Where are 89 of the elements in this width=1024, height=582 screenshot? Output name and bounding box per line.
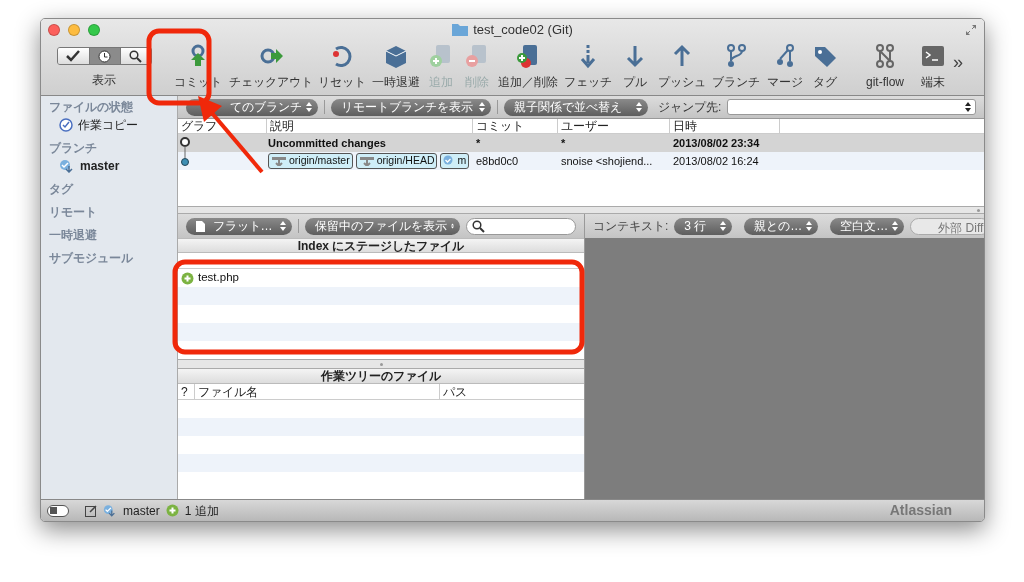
edit-icon[interactable]: [85, 504, 97, 517]
clock-icon: [98, 49, 111, 63]
column-header[interactable]: コミット: [472, 119, 557, 133]
stepper-icon: [636, 102, 642, 112]
context-label: コンテキスト:: [593, 218, 669, 235]
sidebar-item[interactable]: 作業コピー: [41, 116, 177, 134]
dropdown[interactable]: 空白文…: [830, 217, 905, 235]
gitflow-button[interactable]: git-flow: [855, 43, 915, 91]
stash-button[interactable]: 一時退避: [369, 43, 423, 91]
fetch-button[interactable]: フェッチ: [561, 43, 615, 91]
stepper-icon: [479, 102, 485, 112]
jump-dropdown[interactable]: [727, 99, 976, 115]
column-header[interactable]: ファイル名: [194, 384, 439, 399]
column-header[interactable]: ユーザー: [557, 119, 669, 133]
section-header: 作業ツリーのファイル: [178, 369, 584, 384]
zoom-button[interactable]: [88, 23, 100, 36]
commit-hash: *: [475, 135, 482, 151]
commit-date: 2013/08/02 23:34: [672, 135, 761, 151]
ref-label: m: [440, 153, 470, 169]
dropdown[interactable]: 親子関係で並べ替え: [504, 98, 648, 116]
column-header[interactable]: 日時: [669, 119, 779, 133]
column-header[interactable]: ?: [178, 384, 194, 399]
plus-circle-icon: [181, 271, 194, 285]
window-title: test_code02 (Git): [473, 20, 573, 39]
splitter-handle[interactable]: [977, 208, 980, 212]
branch-name: master: [123, 502, 160, 520]
view-segment[interactable]: [57, 48, 89, 64]
column-header[interactable]: グラフ: [178, 119, 266, 133]
pull-button[interactable]: プル: [615, 43, 655, 91]
dropdown[interactable]: 3 行: [674, 217, 733, 235]
checkmark-circle-icon: [59, 118, 73, 132]
close-button[interactable]: [48, 23, 60, 36]
stepper-icon: [720, 221, 727, 231]
jump-label: ジャンプ先:: [658, 99, 722, 116]
stepper-icon: [965, 102, 971, 112]
sidebar-item[interactable]: master: [41, 157, 177, 175]
plus-circle-icon: [165, 504, 179, 517]
search-icon: [129, 49, 142, 63]
branch-check-icon: [103, 504, 117, 517]
remote-icon: [358, 156, 375, 166]
overflow-button[interactable]: »: [953, 49, 963, 76]
stepper-icon: [806, 221, 813, 231]
column-header[interactable]: パス: [439, 384, 584, 399]
terminal-icon: [919, 43, 947, 69]
file-name: test.php: [198, 270, 239, 286]
ref-label: origin/master: [268, 153, 353, 169]
search-field[interactable]: [466, 217, 576, 235]
section-header: Index にステージしたファイル: [178, 238, 584, 253]
ref-label: origin/HEAD: [355, 153, 438, 169]
sidebar-toggle-button[interactable]: [47, 504, 69, 517]
column-header[interactable]: 説明: [266, 119, 472, 133]
search-icon: [472, 219, 485, 233]
dropdown[interactable]: フラット…: [186, 217, 292, 235]
terminal-button[interactable]: 端末: [915, 43, 951, 91]
change-count: 1 追加: [184, 502, 219, 520]
stepper-icon: [451, 221, 454, 231]
commit-date: 2013/08/02 16:24: [672, 153, 760, 169]
commit-author: *: [560, 135, 567, 151]
graph-node-icon: [179, 134, 191, 152]
commit-hash: e8bd0c0: [475, 153, 520, 169]
view-segment[interactable]: [88, 48, 120, 64]
stepper-icon: [306, 102, 312, 112]
checkout-button[interactable]: チェックアウト: [227, 43, 315, 91]
commit-message: Uncommitted changes: [268, 135, 386, 151]
check-icon: [66, 50, 80, 62]
dropdown[interactable]: 親との…: [744, 217, 819, 235]
commit-author: snoise <shojiend...: [560, 153, 654, 169]
addremove-button[interactable]: 追加／削除: [495, 43, 561, 91]
commit-row[interactable]: origin/master origin/HEAD m e8bd0c0 snoise <shojiend... 2013/08/02 16:24: [178, 152, 984, 170]
minimize-button[interactable]: [68, 23, 80, 36]
external-diff-button[interactable]: 外部 Diff: [910, 217, 984, 235]
folder-icon: [452, 23, 469, 36]
document-icon: [196, 220, 205, 232]
splitter-handle[interactable]: [379, 362, 383, 366]
dropdown[interactable]: 保留中のファイルを表示: [305, 217, 460, 235]
merge-button[interactable]: マージ: [763, 43, 807, 91]
brand-name: Atlassian: [889, 501, 952, 520]
commit-row[interactable]: Uncommitted changes * * 2013/08/02 23:34: [178, 134, 984, 152]
view-label: 表示: [92, 72, 116, 89]
fullscreen-icon[interactable]: [966, 25, 976, 35]
stepper-icon: [892, 221, 899, 231]
dropdown[interactable]: リモートブランチを表示: [331, 98, 491, 116]
branch-button[interactable]: ブランチ: [709, 43, 763, 91]
stepper-icon: [280, 221, 286, 231]
push-button[interactable]: プッシュ: [655, 43, 709, 91]
branch-check-icon: [59, 159, 75, 173]
tag-button[interactable]: タグ: [807, 43, 843, 91]
remote-icon: [271, 156, 287, 166]
reset-button[interactable]: リセット: [315, 43, 369, 91]
